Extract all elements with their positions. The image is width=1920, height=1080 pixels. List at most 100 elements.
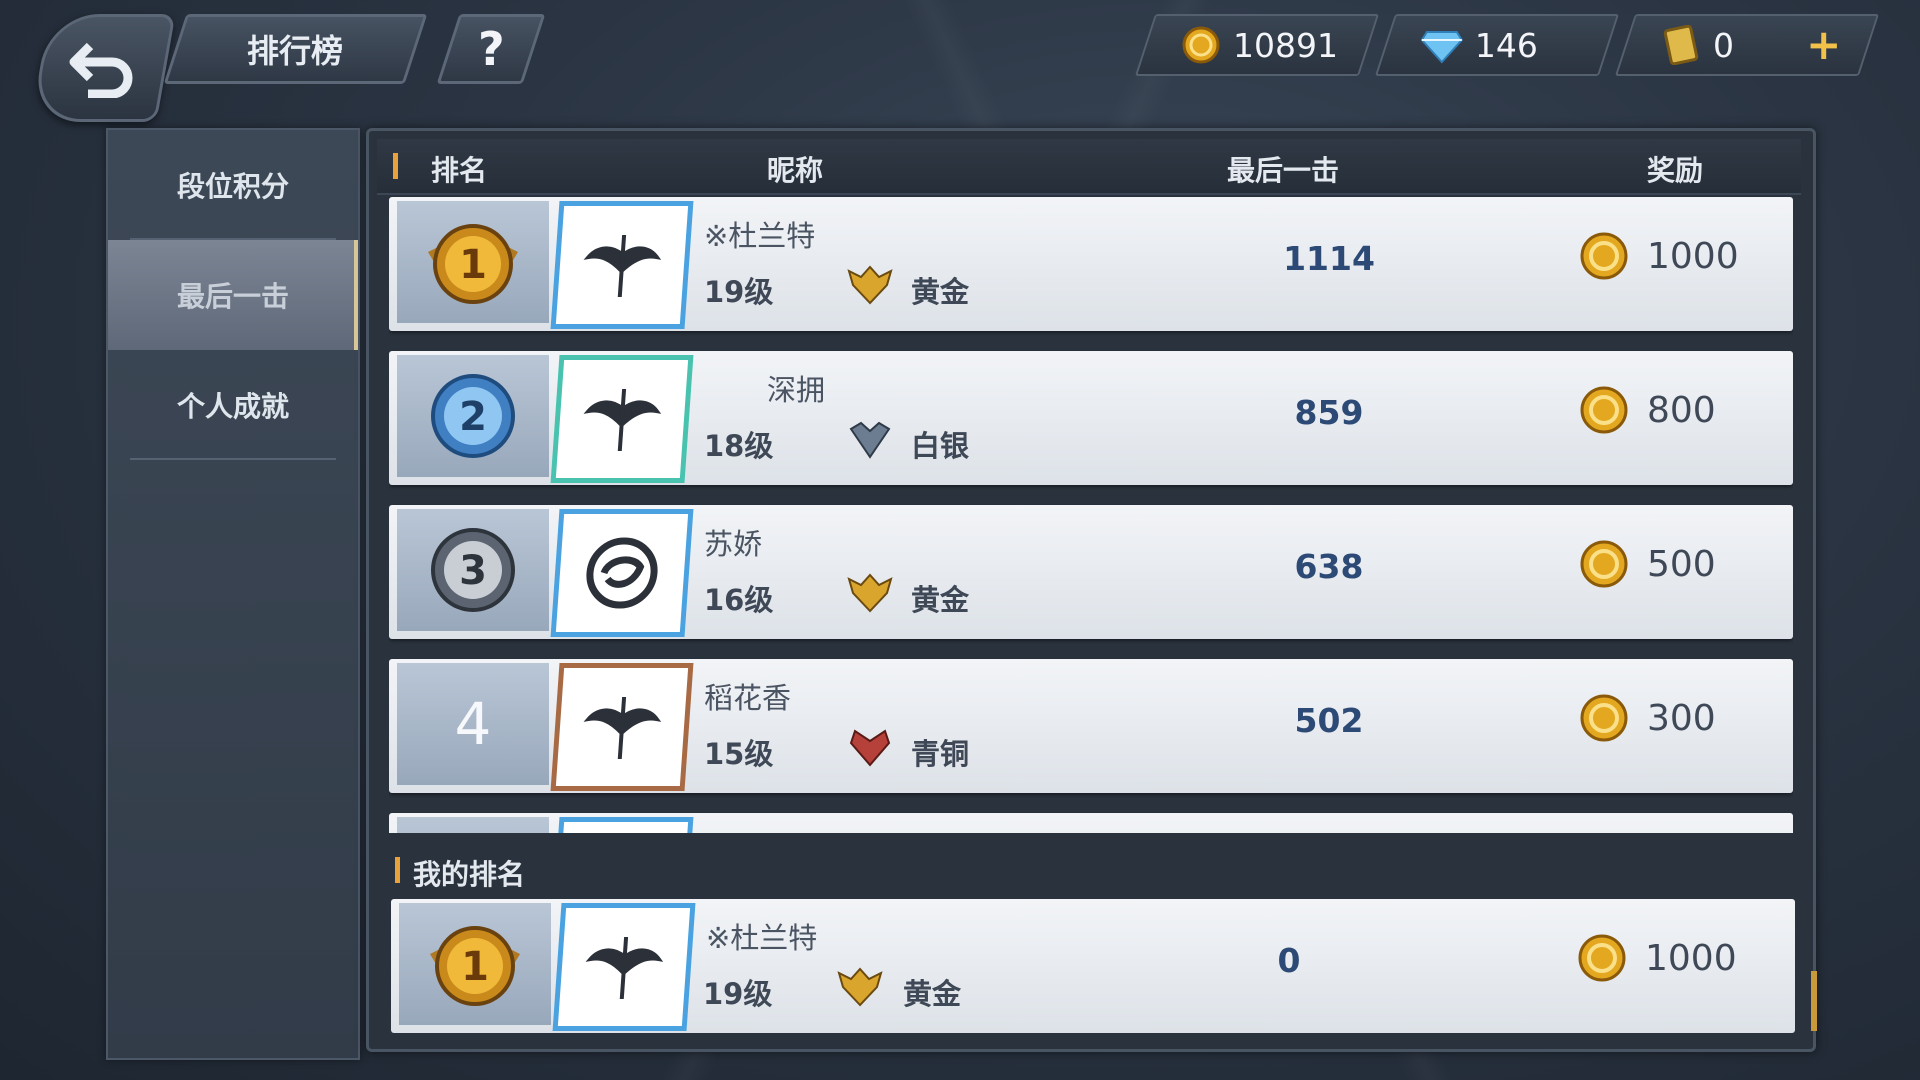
- rank-cell: [397, 817, 549, 833]
- player-name: ※杜兰特: [704, 219, 816, 253]
- table-row[interactable]: 3 苏娇 16级 黄金 638 500: [389, 505, 1793, 639]
- sidebar-item-achievements[interactable]: 个人成就: [108, 350, 358, 460]
- gold-tier-icon: [837, 967, 883, 1007]
- player-tier: 黄金: [911, 583, 970, 617]
- help-button[interactable]: ?: [436, 14, 546, 84]
- header-rank: 排名: [431, 154, 488, 187]
- diamond-amount: 146: [1475, 25, 1538, 65]
- sidebar-item-label: 段位积分: [176, 170, 289, 203]
- reward-amount: 500: [1647, 543, 1716, 585]
- rank-cell: 1: [399, 903, 551, 1025]
- header-reward: 奖励: [1647, 154, 1704, 187]
- add-currency-button[interactable]: +: [1806, 20, 1841, 69]
- ticket-icon: [1663, 25, 1699, 65]
- reward: 500: [1579, 539, 1716, 589]
- header-accent-bar: [393, 153, 398, 179]
- emblem-icon: [585, 937, 664, 999]
- reward-amount: 1000: [1647, 235, 1739, 277]
- svg-text:3: 3: [459, 548, 487, 594]
- reward: 300: [1579, 693, 1716, 743]
- header-name: 昵称: [767, 154, 824, 187]
- leaderboard-title-tab: 排行榜: [163, 14, 428, 84]
- player-tier: 白银: [911, 429, 970, 463]
- reward: 1000: [1579, 231, 1739, 281]
- player-avatar[interactable]: [550, 509, 694, 637]
- rank-cell: 3: [397, 509, 549, 631]
- diamond-icon: [1421, 30, 1463, 63]
- page-title: 排行榜: [247, 32, 344, 70]
- silver-tier-icon: [849, 421, 891, 459]
- sidebar-item-label: 最后一击: [176, 280, 289, 313]
- gold-tier-icon: [847, 573, 893, 613]
- player-avatar[interactable]: [552, 903, 696, 1031]
- sidebar-item-last-hit[interactable]: 最后一击: [108, 240, 358, 350]
- gold-coin-icon: [1578, 934, 1626, 982]
- my-rank-row[interactable]: 1 ※杜兰特 19级 黄金 0 1000: [391, 899, 1795, 1033]
- gold-coin-icon: [1580, 694, 1628, 742]
- player-level: 15级: [704, 737, 774, 771]
- help-icon: ?: [477, 22, 505, 76]
- rank-3-medal-icon: 3: [431, 528, 515, 612]
- rank-cell: 1: [397, 201, 549, 323]
- sidebar-item-rank-points[interactable]: 段位积分: [108, 130, 358, 240]
- svg-text:1: 1: [461, 944, 489, 990]
- player-tier: 青铜: [911, 737, 970, 771]
- player-name: 稻花香: [704, 681, 792, 715]
- player-level: 19级: [704, 275, 774, 309]
- rank-cell: 4: [397, 663, 549, 785]
- last-hit-count: 859: [1294, 393, 1364, 432]
- gold-currency: 10891: [1134, 14, 1380, 76]
- rank-1-medal-icon: 1: [430, 926, 520, 1006]
- reward-amount: 800: [1647, 389, 1716, 431]
- last-hit-count: 1114: [1283, 239, 1375, 278]
- svg-text:1: 1: [459, 242, 487, 288]
- last-hit-count: 638: [1294, 547, 1364, 586]
- my-rank-header: 我的排名: [377, 843, 1801, 897]
- emblem-icon: [583, 389, 662, 451]
- gold-coin-icon: [1182, 26, 1220, 64]
- divider: [130, 458, 336, 460]
- diamond-currency: 146: [1374, 14, 1620, 76]
- reward: 800: [1579, 385, 1716, 435]
- player-tier: 黄金: [903, 977, 962, 1011]
- back-arrow-icon: [69, 42, 133, 98]
- gold-tier-icon: [847, 265, 893, 305]
- table-row[interactable]: [389, 813, 1793, 833]
- leaderboard-panel: 排名 昵称 最后一击 奖励 1 ※杜兰特 19级 黄金 1114 1000 2 …: [366, 128, 1817, 1052]
- table-row[interactable]: 1 ※杜兰特 19级 黄金 1114 1000: [389, 197, 1793, 331]
- header-accent-bar: [395, 857, 400, 883]
- bronze-tier-icon: [849, 729, 891, 767]
- rank-2-medal-icon: 2: [431, 374, 515, 458]
- player-avatar[interactable]: [550, 663, 694, 791]
- table-row[interactable]: 4 稻花香 15级 青铜 502 300: [389, 659, 1793, 793]
- player-level: 19级: [703, 977, 773, 1011]
- scrollbar[interactable]: [1811, 971, 1817, 1031]
- svg-text:2: 2: [459, 394, 487, 440]
- ticket-amount: 0: [1713, 25, 1734, 65]
- reward-amount: 1000: [1645, 937, 1737, 979]
- reward-amount: 300: [1647, 697, 1716, 739]
- emblem-icon: [586, 537, 658, 609]
- player-avatar[interactable]: [550, 201, 694, 329]
- gold-coin-icon: [1580, 232, 1628, 280]
- rank-cell: 2: [397, 355, 549, 477]
- ranking-list[interactable]: 1 ※杜兰特 19级 黄金 1114 1000 2 深拥 18级 白银 859 …: [389, 197, 1793, 833]
- player-avatar[interactable]: [550, 355, 694, 483]
- table-header: 排名 昵称 最后一击 奖励: [377, 139, 1801, 195]
- gold-coin-icon: [1580, 386, 1628, 434]
- category-sidebar: 段位积分 最后一击 个人成就: [106, 128, 360, 1060]
- table-row[interactable]: 2 深拥 18级 白银 859 800: [389, 351, 1793, 485]
- back-button[interactable]: [30, 14, 176, 122]
- player-name: 苏娇: [704, 527, 763, 561]
- player-tier: 黄金: [911, 275, 970, 309]
- ticket-currency: 0 +: [1614, 14, 1880, 76]
- gold-coin-icon: [1580, 540, 1628, 588]
- my-rank-title: 我的排名: [413, 858, 526, 891]
- sidebar-item-label: 个人成就: [176, 390, 289, 423]
- player-avatar[interactable]: [550, 817, 694, 833]
- header-last-hit: 最后一击: [1227, 154, 1340, 187]
- reward: 1000: [1577, 933, 1737, 983]
- player-level: 16级: [704, 583, 774, 617]
- emblem-icon: [583, 697, 662, 759]
- last-hit-count: 502: [1294, 701, 1364, 740]
